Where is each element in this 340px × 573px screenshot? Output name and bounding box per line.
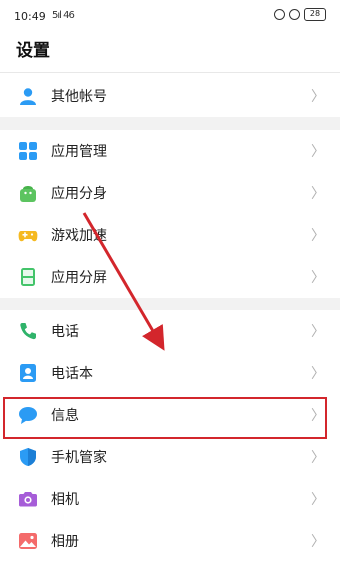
row-label: 相册 xyxy=(51,534,79,550)
chevron-right-icon: 〉 xyxy=(311,144,325,160)
battery-icon: 28 xyxy=(304,8,326,21)
row-label: 其他帐号 xyxy=(51,89,107,105)
group-apps: 应用管理 〉 应用分身 〉 游戏加速 〉 应用分屏 〉 xyxy=(0,130,340,298)
chevron-right-icon: 〉 xyxy=(311,89,325,105)
status-time: 10:49 xyxy=(14,10,46,23)
annotation-highlight-box xyxy=(3,397,327,439)
row-phone-manager[interactable]: 手机管家 〉 xyxy=(0,436,340,478)
row-gallery[interactable]: 相册 〉 xyxy=(0,520,340,562)
chevron-right-icon: 〉 xyxy=(311,186,325,202)
alarm-icon xyxy=(289,9,300,20)
chevron-right-icon: 〉 xyxy=(311,534,325,550)
gallery-icon xyxy=(18,531,38,551)
row-label: 相机 xyxy=(51,492,79,508)
split-screen-icon xyxy=(18,267,38,287)
person-icon xyxy=(18,86,38,106)
app-grid-icon xyxy=(18,141,38,161)
chevron-right-icon: 〉 xyxy=(311,366,325,382)
signal-icon: 5ıl 46 xyxy=(52,10,75,21)
row-app-clone[interactable]: 应用分身 〉 xyxy=(0,172,340,214)
gamepad-icon xyxy=(18,225,38,245)
row-label: 电话 xyxy=(51,324,79,340)
chevron-right-icon: 〉 xyxy=(311,228,325,244)
row-app-management[interactable]: 应用管理 〉 xyxy=(0,130,340,172)
row-phone[interactable]: 电话 〉 xyxy=(0,310,340,352)
contacts-icon xyxy=(18,363,38,383)
row-label: 应用分屏 xyxy=(51,270,107,286)
android-icon xyxy=(18,183,38,203)
page-title: 设置 xyxy=(16,41,50,61)
row-label: 应用分身 xyxy=(51,186,107,202)
section-divider xyxy=(0,298,340,310)
header-divider xyxy=(0,72,340,73)
row-game-boost[interactable]: 游戏加速 〉 xyxy=(0,214,340,256)
phone-icon xyxy=(18,321,38,341)
chevron-right-icon: 〉 xyxy=(311,324,325,340)
status-bar: 10:49 5ıl 46 28 xyxy=(0,0,340,32)
row-split-screen[interactable]: 应用分屏 〉 xyxy=(0,256,340,298)
row-label: 电话本 xyxy=(51,366,93,382)
status-right: 28 xyxy=(274,8,326,21)
row-label: 应用管理 xyxy=(51,144,107,160)
chevron-right-icon: 〉 xyxy=(311,270,325,286)
group-accounts: 其他帐号 〉 xyxy=(0,75,340,117)
lock-rotation-icon xyxy=(274,9,285,20)
chevron-right-icon: 〉 xyxy=(311,492,325,508)
shield-icon xyxy=(18,447,38,467)
row-contacts[interactable]: 电话本 〉 xyxy=(0,352,340,394)
row-other-accounts[interactable]: 其他帐号 〉 xyxy=(0,75,340,117)
row-label: 游戏加速 xyxy=(51,228,107,244)
row-camera[interactable]: 相机 〉 xyxy=(0,478,340,520)
camera-icon xyxy=(18,489,38,509)
row-label: 手机管家 xyxy=(51,450,107,466)
chevron-right-icon: 〉 xyxy=(311,450,325,466)
section-divider xyxy=(0,117,340,130)
